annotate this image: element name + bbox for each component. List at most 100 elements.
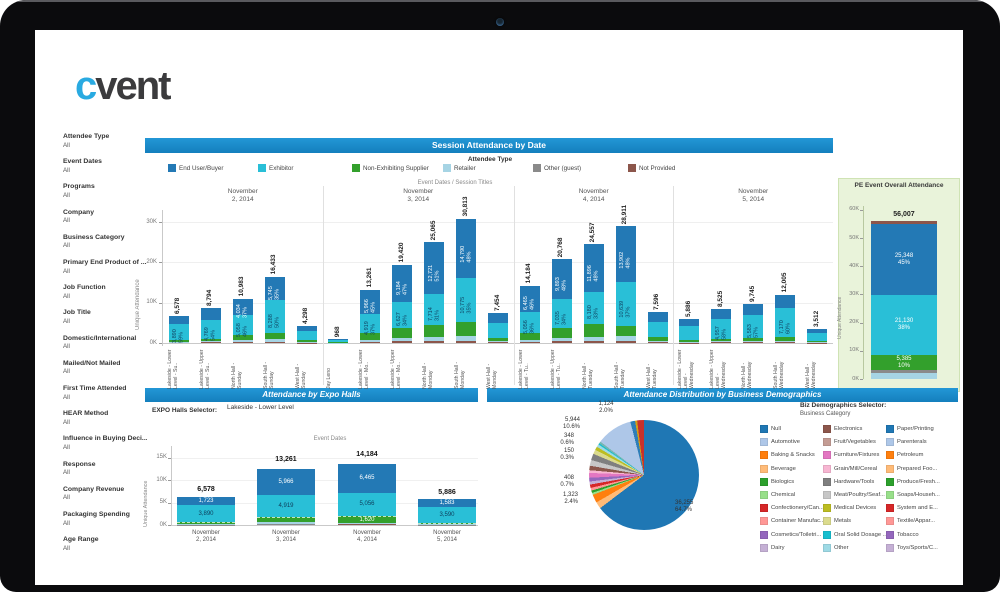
bar-segment-label: 5,96645%: [364, 290, 377, 313]
bar-segment-label: 8,18033%: [587, 296, 600, 319]
expo-bar-november-5-2014[interactable]: 3,5901,583: [418, 499, 476, 525]
legend-label: Not Provided: [639, 165, 675, 172]
pe-overall-attendance-panel: PE Event Overall Attendance 0K10K20K30K4…: [838, 178, 960, 392]
legend-swatch-icon: [760, 451, 768, 459]
x-axis-label: South Hall - Sunday: [263, 347, 287, 389]
filter-label: Response: [63, 461, 147, 468]
bar-segment-lightblue: [711, 341, 731, 342]
legend-swatch-icon: [443, 164, 451, 172]
legend-swatch-icon: [823, 451, 831, 459]
legend-swatch-icon: [886, 451, 894, 459]
filter-value: All: [63, 142, 70, 149]
sidebar-item-programs[interactable]: Programs All: [63, 183, 147, 205]
pie-label: 1500.3%: [540, 448, 574, 462]
bar-segment-blue: [807, 329, 827, 333]
bar-segment-lightblue: [616, 336, 636, 341]
bar-segment-cyan: 3,890: [177, 505, 235, 522]
session-bar-west-hall-sunday[interactable]: [297, 326, 317, 343]
legend-label: Baking & Snacks: [771, 452, 823, 458]
bar-segment-cyan: 4,919: [257, 495, 315, 517]
expo-halls-header: Attendance by Expo Halls: [145, 388, 478, 402]
sidebar-item-company-revenue[interactable]: Company RevenueAll: [63, 486, 147, 508]
session-bar-west-hall-monday[interactable]: [488, 313, 508, 343]
bar-segment-label: 6,46546%: [523, 287, 536, 310]
legend-label: Null: [771, 426, 823, 432]
pie-label: 1,1242.0%: [587, 401, 625, 415]
expo-halls-selector-value[interactable]: Lakeside - Lower Level: [227, 404, 294, 411]
x-axis-label: November3, 2014: [251, 530, 321, 544]
session-bar-west-hall-tuesday[interactable]: [648, 312, 668, 343]
filter-value: All: [63, 192, 70, 199]
expo-bar-november-2-2014[interactable]: 3,8901,723: [177, 496, 235, 525]
bar-segment-label: 5,58357%: [747, 315, 760, 338]
y-tick: 60K: [841, 206, 859, 212]
legend-label: Cosmetics/Toiletri...: [771, 532, 823, 538]
bar-segment-gray: [871, 370, 937, 373]
biz-demographics-selector-value[interactable]: Business Category: [800, 411, 850, 417]
session-bar-west-hall-wednesday[interactable]: [807, 329, 827, 343]
expo-bar-november-3-2014[interactable]: 4,9195,966: [257, 466, 315, 525]
legend-swatch-icon: [823, 425, 831, 433]
bar-segment-lightblue: [177, 524, 235, 525]
sidebar-item-attendee-type[interactable]: Attendee Type All: [63, 133, 147, 155]
filter-value: All: [63, 469, 70, 476]
sidebar-item-domestic-international[interactable]: Domestic/InternationalAll: [63, 335, 147, 357]
session-bar-jay-leno[interactable]: [328, 339, 348, 343]
filter-label: Attendee Type: [63, 133, 147, 140]
demographics-header: Attendance Distribution by Business Demo…: [487, 388, 958, 402]
bar-segment-cyan: [297, 331, 317, 341]
gridline: [172, 458, 478, 459]
legend-swatch-icon: [760, 438, 768, 446]
bar-segment-green: [679, 340, 699, 342]
legend-label: Metals: [834, 518, 886, 524]
bar-segment-brown: [743, 342, 763, 343]
sidebar-item-first-time-attended[interactable]: First Time AttendedAll: [63, 385, 147, 407]
sidebar-item-influence-in-buying-deci[interactable]: Influence in Buying Deci...All: [63, 435, 147, 457]
bar-segment-brown: [648, 342, 668, 343]
expo-axis-title: Event Dates: [265, 436, 395, 442]
bar-segment-label: 5,74535%: [268, 277, 281, 300]
bar-segment-label: 12,72151%: [428, 254, 441, 282]
bar-segment-cyan: [679, 326, 699, 340]
sidebar-item-hear-method[interactable]: HEAR MethodAll: [63, 410, 147, 432]
bar-segment-cyan: [488, 323, 508, 338]
bar-segment-label: 10,77535%: [460, 286, 473, 314]
legend-swatch-icon: [760, 425, 768, 433]
bar-segment-lightblue: [679, 342, 699, 343]
bar-total-label: 4,298: [302, 298, 311, 324]
sidebar-item-mailed-not-mailed[interactable]: Mailed/Not MailedAll: [63, 360, 147, 382]
sidebar-item-age-range[interactable]: Age RangeAll: [63, 536, 147, 558]
pie-label: 36,25564.7%: [675, 500, 715, 514]
sidebar-item-response[interactable]: ResponseAll: [63, 461, 147, 483]
filter-label: Programs: [63, 183, 147, 190]
bar-segment-lightblue: [360, 340, 380, 342]
pe-total-bar[interactable]: 5,38510%21,13038%25,34845%: [871, 221, 937, 379]
session-bar-lakeside-lower-level-wednesday[interactable]: [679, 319, 699, 343]
y-tick: 10K: [147, 477, 167, 483]
bar-segment-green: [392, 328, 412, 338]
x-axis-label: West Hall - Monday: [486, 347, 510, 389]
legend-label: Dairy: [771, 545, 823, 551]
legend-label: Tobacco: [897, 532, 949, 538]
x-axis-label: North Hall - Wednesday: [741, 347, 765, 389]
filter-value: All: [63, 368, 70, 375]
date-group-header: November5, 2014: [673, 188, 833, 203]
bar-segment-label: 3,89059%: [172, 320, 185, 343]
expo-bar-november-4-2014[interactable]: 1,6205,0566,465: [338, 461, 396, 525]
x-axis-label: Lakeside - Lower Level - Tu..: [518, 347, 542, 389]
bar-segment-green: [177, 522, 235, 523]
bar-segment-lightblue: [201, 341, 221, 342]
sidebar-item-packaging-spending[interactable]: Packaging SpendingAll: [63, 511, 147, 533]
bar-segment-green: [418, 523, 476, 524]
sidebar-item-event-dates[interactable]: Event DatesAll: [63, 158, 147, 180]
logo-vent: vent: [95, 64, 169, 108]
legend-swatch-icon: [760, 465, 768, 473]
logo-c: c: [75, 64, 95, 108]
bar-segment-blue: [488, 313, 508, 323]
legend-label: Retailer: [454, 165, 476, 172]
webcam-icon: [496, 18, 504, 26]
bar-segment-lightblue: [338, 523, 396, 524]
bar-segment-label: 7,71431%: [428, 298, 441, 321]
bar-segment-brown: [488, 342, 508, 343]
bar-segment-label: 9,89348%: [555, 268, 568, 291]
